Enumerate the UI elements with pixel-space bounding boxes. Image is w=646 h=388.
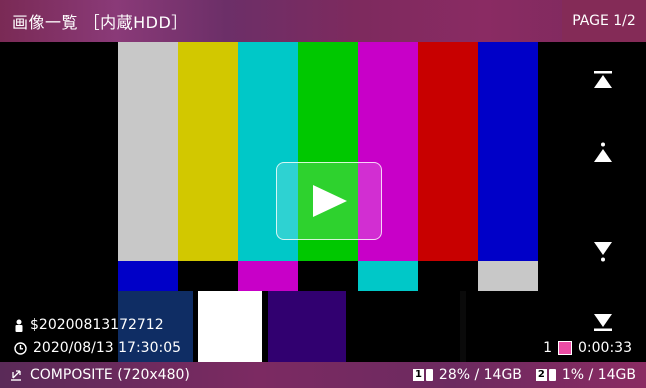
drive-1-usage: 28% / 14GB [438, 367, 522, 383]
play-icon [313, 185, 347, 217]
color-bar [178, 42, 238, 261]
skip-to-top-icon [594, 71, 612, 88]
page-up-icon [594, 142, 612, 162]
color-bar [238, 261, 298, 291]
drive-icon [548, 369, 556, 381]
color-bar [460, 291, 466, 362]
drive-1-indicator: 1 [412, 369, 433, 381]
page-label: PAGE 1/2 [572, 13, 636, 29]
drive-2-number: 2 [535, 369, 547, 381]
page-indicator[interactable]: PAGE 1/2 [562, 0, 646, 42]
prev-page-button[interactable] [592, 142, 614, 162]
play-button[interactable] [276, 162, 382, 240]
file-name-row: $20200813172712 [14, 317, 164, 333]
color-bar [358, 261, 418, 291]
input-source-icon [11, 369, 21, 381]
color-bar [198, 291, 262, 362]
last-page-button[interactable] [592, 312, 614, 332]
color-bar [478, 261, 538, 291]
color-bar [346, 291, 538, 362]
clip-number: 1 [543, 340, 553, 356]
color-bar [178, 261, 238, 291]
clip-duration: 0:00:33 [578, 340, 632, 356]
clip-info: 1 0:00:33 [543, 340, 632, 356]
input-source: COMPOSITE (720x480) [30, 367, 190, 383]
first-page-button[interactable] [592, 70, 614, 90]
color-bar [478, 42, 538, 261]
clock-icon [14, 341, 27, 355]
drive-icon [425, 369, 433, 381]
status-bar: COMPOSITE (720x480) 1 28% / 14GB 2 1% / … [0, 362, 646, 388]
page-title: 画像一覧 ［内蔵HDD］ [12, 13, 188, 32]
drive-2-usage: 1% / 14GB [561, 367, 636, 383]
color-bar [118, 261, 178, 291]
header-bar: 画像一覧 ［内蔵HDD］ PAGE 1/2 [0, 0, 646, 42]
next-page-button[interactable] [592, 240, 614, 262]
clip-thumbnail-icon [558, 341, 573, 355]
color-bar [298, 261, 358, 291]
drive-2-indicator: 2 [535, 369, 556, 381]
file-name: $20200813172712 [30, 317, 164, 333]
color-bar [418, 261, 478, 291]
color-bar [118, 42, 178, 261]
datetime-row: 2020/08/13 17:30:05 [14, 340, 181, 356]
color-bar [418, 42, 478, 261]
skip-to-bottom-icon [594, 314, 612, 331]
person-icon [15, 319, 23, 332]
drive-1-number: 1 [412, 369, 424, 381]
color-bar [268, 291, 346, 362]
file-datetime: 2020/08/13 17:30:05 [33, 340, 182, 356]
page-down-icon [594, 242, 612, 262]
